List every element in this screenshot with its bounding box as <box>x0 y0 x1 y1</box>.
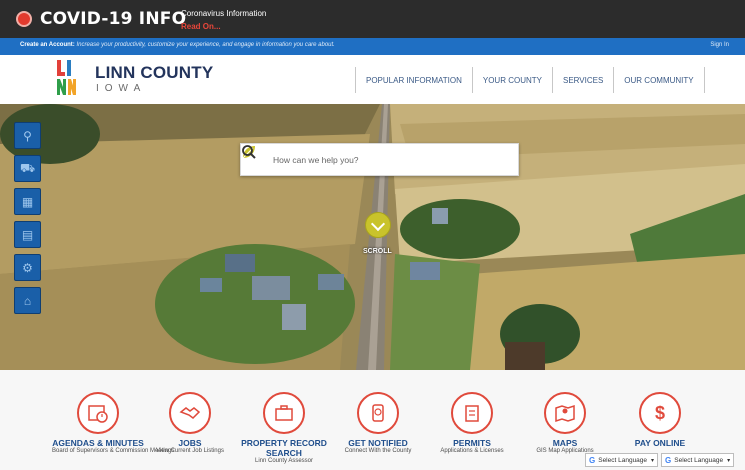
dollar-glyph: $ <box>654 402 665 423</box>
covid-title[interactable]: COVID-19 INFO <box>40 9 186 29</box>
virus-icon <box>16 11 32 27</box>
search-icon[interactable] <box>241 144 257 160</box>
phone-notification-icon <box>357 392 399 434</box>
map-pin-icon: ⚲ <box>23 128 32 143</box>
side-tool-truck[interactable]: ⛟ <box>14 155 41 182</box>
quick-link-pay-online[interactable]: $ PAY ONLINE <box>614 392 706 448</box>
quick-link-get-notified[interactable]: GET NOTIFIED Connect With the County <box>332 392 424 455</box>
quick-link-permits[interactable]: PERMITS Applications & Licenses <box>426 392 518 455</box>
language-select-label-2: Select Language <box>674 456 724 464</box>
chevron-down-icon: ▾ <box>651 457 655 464</box>
quick-link-jobs[interactable]: JOBS View Current Job Listings <box>144 392 236 455</box>
quick-link-maps[interactable]: MAPS GIS Map Applications <box>519 392 611 455</box>
side-tool-calendar[interactable]: ▦ <box>14 188 41 215</box>
scroll-label: SCROLL <box>363 248 392 255</box>
quick-link-title: JOBS <box>178 438 202 448</box>
handshake-icon <box>169 392 211 434</box>
truck-icon: ⛟ <box>19 160 36 175</box>
quick-link-property-search[interactable]: PROPERTY RECORD SEARCH Linn County Asses… <box>238 392 330 465</box>
brand-name[interactable]: LINN COUNTY <box>95 63 213 83</box>
nav-services[interactable]: SERVICES <box>551 67 613 93</box>
quick-link-title: PROPERTY RECORD SEARCH <box>241 438 327 458</box>
quick-link-title: MAPS <box>552 438 578 448</box>
side-tool-map-pin[interactable]: ⚲ <box>14 122 41 149</box>
search-input[interactable] <box>273 152 483 168</box>
side-tool-gear[interactable]: ⚙ <box>14 254 41 281</box>
quick-link-desc: View Current Job Listings <box>156 448 224 454</box>
main-nav: POPULAR INFORMATION YOUR COUNTY SERVICES… <box>355 67 705 93</box>
quick-link-desc: Applications & Licenses <box>440 448 504 454</box>
quick-link-title: AGENDAS & MINUTES <box>52 438 144 448</box>
quick-link-desc: Board of Supervisors & Commission Meetin… <box>52 448 175 454</box>
nav-our-community[interactable]: OUR COMMUNITY <box>613 67 705 93</box>
quick-link-title: GET NOTIFIED <box>348 438 408 448</box>
brand-state: IOWA <box>96 83 147 94</box>
covid-banner[interactable]: COVID-19 INFO Coronavirus Information Re… <box>0 0 745 38</box>
covid-read-on-link[interactable]: Read On... <box>181 22 221 31</box>
nav-your-county[interactable]: YOUR COUNTY <box>471 67 552 93</box>
site-header: LINN COUNTY IOWA POPULAR INFORMATION YOU… <box>0 55 745 104</box>
side-tool-document[interactable]: ▤ <box>14 221 41 248</box>
home-icon: ⌂ <box>23 293 32 308</box>
calendar-clock-icon <box>77 392 119 434</box>
chevron-down-icon: ▾ <box>727 457 731 464</box>
covid-subtitle: Coronavirus Information <box>181 9 267 18</box>
quick-link-title: PERMITS <box>453 438 491 448</box>
dollar-icon: $ <box>639 392 681 434</box>
account-message-line: Create an Account: Increase your product… <box>20 42 335 48</box>
language-select[interactable]: G Select Language ▾ <box>585 453 659 467</box>
scroll-down-button[interactable] <box>365 212 391 238</box>
sign-in-link[interactable]: Sign In <box>710 42 729 48</box>
quick-link-desc: Linn County Assessor <box>254 458 314 464</box>
account-message: Increase your productivity, customize yo… <box>76 42 335 48</box>
clipboard-icon <box>451 392 493 434</box>
site-search <box>240 143 519 176</box>
account-bar: Create an Account: Increase your product… <box>0 38 745 55</box>
document-icon: ▤ <box>21 227 34 242</box>
side-toolbar: ⚲ ⛟ ▦ ▤ ⚙ ⌂ <box>14 122 44 320</box>
gear-icon: ⚙ <box>22 260 33 275</box>
google-icon: G <box>589 455 596 465</box>
quick-link-desc: Connect With the County <box>344 448 412 454</box>
nav-popular-information[interactable]: POPULAR INFORMATION <box>355 67 472 93</box>
linn-county-logo[interactable] <box>56 59 76 97</box>
quick-link-agendas[interactable]: AGENDAS & MINUTES Board of Supervisors &… <box>52 392 175 455</box>
create-account-link[interactable]: Create an Account: <box>20 42 75 48</box>
briefcase-icon <box>263 392 305 434</box>
language-select-label: Select Language <box>598 456 648 464</box>
map-icon <box>544 392 586 434</box>
translate-widget: G Select Language ▾ G Select Language ▾ <box>585 453 737 467</box>
google-icon: G <box>665 455 672 465</box>
quick-link-title: PAY ONLINE <box>634 438 686 448</box>
hero-banner: ⚲ ⛟ ▦ ▤ ⚙ ⌂ SCROLL <box>0 104 745 370</box>
language-select-2[interactable]: G Select Language ▾ <box>661 453 735 467</box>
side-tool-home[interactable]: ⌂ <box>14 287 41 314</box>
calendar-icon: ▦ <box>21 194 34 209</box>
